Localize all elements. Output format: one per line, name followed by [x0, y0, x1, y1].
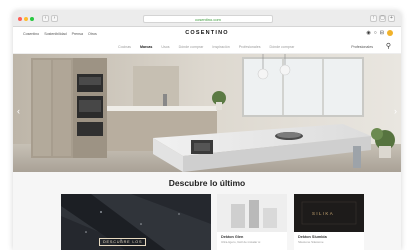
brand-wordmark: SILIKA — [312, 211, 335, 216]
featured-card-label: DESCUBRE LOS — [99, 238, 147, 246]
menu-item-inspiracion[interactable]: Inspiración — [212, 45, 229, 49]
forward-button[interactable]: › — [51, 15, 58, 22]
product-card-subtitle: Silestone Silestone — [298, 240, 324, 244]
tabs-icon[interactable]: ▢ — [379, 15, 386, 22]
menu-item-usos[interactable]: Usos — [161, 45, 169, 49]
menu-item-comprar[interactable]: Dónde comprar — [270, 45, 295, 49]
featured-card[interactable]: DESCUBRE LOS — [61, 194, 211, 250]
product-card-image — [217, 194, 287, 232]
hero-carousel: ‹ › — [13, 54, 401, 172]
top-link[interactable]: Sostenibilidad — [44, 32, 66, 36]
brand-logo[interactable]: COSENTINO — [185, 30, 229, 36]
browser-window: ‹ › cosentino.com ↑ ▢ + Cosentino Sosten… — [13, 11, 401, 250]
product-card[interactable]: SILIKA Dekton Slumbia Silestone Sileston… — [294, 194, 364, 250]
address-bar[interactable]: cosentino.com — [143, 15, 273, 23]
share-icon[interactable]: ↑ — [370, 15, 377, 22]
minimize-dot-icon[interactable] — [24, 16, 28, 21]
header-icons: ◉ ○ ⊟ — [366, 30, 393, 36]
back-button[interactable]: ‹ — [42, 15, 49, 22]
product-card[interactable]: Dekton Glen Ultra-ligero, fácil de insta… — [217, 194, 287, 250]
new-tab-icon[interactable]: + — [388, 15, 395, 22]
product-card-subtitle: Ultra-ligero, fácil de instalar si — [221, 240, 261, 244]
carousel-prev-button[interactable]: ‹ — [17, 106, 20, 116]
browser-actions: ↑ ▢ + — [370, 15, 395, 22]
top-links: Cosentino Sostenibilidad Prensa Otros — [23, 32, 97, 36]
cart-icon[interactable]: ⊟ — [380, 30, 384, 36]
discover-section: Descubre lo último DESCUBRE LOS Dekton G… — [13, 172, 401, 250]
menu-items: Cocinas Marcas Usos Dónde comprar Inspir… — [118, 45, 294, 49]
address-text: cosentino.com — [195, 17, 221, 22]
product-card-title: Dekton Glen — [221, 235, 244, 239]
menu-item-profesionales[interactable]: Profesionales — [239, 45, 261, 49]
close-dot-icon[interactable] — [18, 16, 22, 21]
professionals-link[interactable]: Profesionales — [351, 45, 373, 49]
location-icon[interactable]: ◉ — [366, 30, 370, 36]
main-menu: Cocinas Marcas Usos Dónde comprar Inspir… — [13, 40, 401, 54]
search-icon[interactable]: ⚲ — [386, 43, 391, 50]
menu-item-cocinas[interactable]: Cocinas — [118, 45, 131, 49]
carousel-next-button[interactable]: › — [394, 106, 397, 116]
site-topbar: Cosentino Sostenibilidad Prensa Otros CO… — [13, 27, 401, 40]
user-icon[interactable]: ○ — [374, 30, 377, 36]
nav-buttons: ‹ › — [42, 15, 58, 22]
product-card-title: Dekton Slumbia — [298, 235, 327, 239]
top-link[interactable]: Prensa — [72, 32, 83, 36]
language-icon[interactable] — [387, 30, 393, 36]
section-title: Descubre lo último — [168, 178, 246, 188]
top-link[interactable]: Otros — [88, 32, 97, 36]
menu-item-donde-comprar[interactable]: Dónde comprar — [179, 45, 204, 49]
product-card-image: SILIKA — [294, 194, 364, 232]
browser-chrome: ‹ › cosentino.com ↑ ▢ + — [13, 11, 401, 27]
menu-item-marcas[interactable]: Marcas — [140, 45, 152, 49]
maximize-dot-icon[interactable] — [30, 16, 34, 21]
top-link[interactable]: Cosentino — [23, 32, 39, 36]
kitchen-hero-image — [13, 54, 401, 172]
